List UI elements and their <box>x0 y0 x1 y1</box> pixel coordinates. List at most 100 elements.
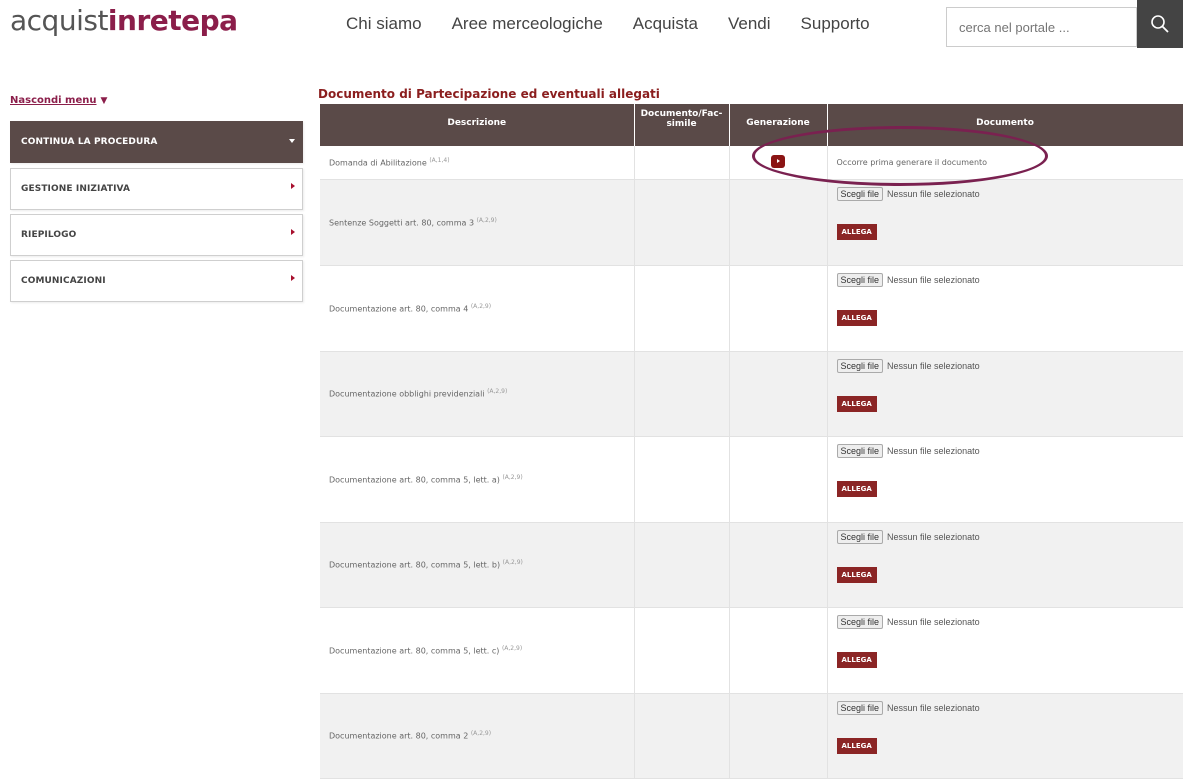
sidebar-item-riepilogo[interactable]: RIEPILOGO <box>10 214 303 256</box>
generazione-cell <box>729 351 828 437</box>
table-row: Sentenze Soggetti art. 80, comma 3 (A,2,… <box>320 179 1183 266</box>
column-header-generazione: Generazione <box>729 104 828 146</box>
caret-right-icon <box>291 275 295 281</box>
file-picker: Scegli file Nessun file selezionato <box>836 443 1183 458</box>
row-description-text: Documentazione art. 80, comma 5, lett. c… <box>329 646 500 656</box>
search-input[interactable] <box>947 8 1136 46</box>
documento-cell: Scegli file Nessun file selezionato ALLEGA <box>827 351 1183 437</box>
caret-right-icon <box>291 183 295 189</box>
file-picker: Scegli file Nessun file selezionato <box>836 186 1183 201</box>
row-description-text: Documentazione obblighi previdenziali <box>329 389 485 399</box>
row-description: Documentazione art. 80, comma 5, lett. a… <box>320 436 635 523</box>
table-row: Documentazione art. 80, comma 5, lett. a… <box>320 436 1183 523</box>
logo-part-3: rete <box>136 4 200 37</box>
generate-document-button[interactable] <box>771 154 785 168</box>
generazione-cell <box>729 265 828 352</box>
row-description: Documentazione art. 80, comma 2 (A,2,9) <box>320 693 635 779</box>
attach-button[interactable]: ALLEGA <box>836 480 877 497</box>
sidebar-item-label: COMUNICAZIONI <box>21 276 106 286</box>
facsimile-cell <box>634 351 730 437</box>
attach-button[interactable]: ALLEGA <box>836 309 877 326</box>
attach-button[interactable]: ALLEGA <box>836 223 877 240</box>
file-picker: Scegli file Nessun file selezionato <box>836 700 1183 715</box>
row-description-note: (A,2,9) <box>470 730 492 738</box>
generazione-cell <box>729 436 828 523</box>
no-file-selected-text: Nessun file selezionato <box>887 188 980 199</box>
sidebar-item-continua-procedura[interactable]: CONTINUA LA PROCEDURA <box>10 121 303 163</box>
choose-file-button[interactable]: Scegli file <box>836 614 884 629</box>
choose-file-button[interactable]: Scegli file <box>836 700 884 715</box>
row-description: Documentazione art. 80, comma 5, lett. c… <box>320 607 635 694</box>
attach-button[interactable]: ALLEGA <box>836 566 877 583</box>
table-row: Documentazione art. 80, comma 5, lett. b… <box>320 522 1183 608</box>
chevron-down-icon: ▼ <box>100 96 108 106</box>
caret-right-icon <box>291 229 295 235</box>
sidebar-item-label: CONTINUA LA PROCEDURA <box>21 137 158 147</box>
nav-chi-siamo[interactable]: Chi siamo <box>346 14 422 34</box>
choose-file-button[interactable]: Scegli file <box>836 272 884 287</box>
site-header: acquistinretepa Chi siamo Aree merceolog… <box>0 0 1183 60</box>
documento-cell: Scegli file Nessun file selezionato ALLEGA <box>827 607 1183 694</box>
row-description: Documentazione art. 80, comma 4 (A,2,9) <box>320 265 635 352</box>
table-row: Documentazione art. 80, comma 4 (A,2,9) S… <box>320 265 1183 352</box>
row-description: Documentazione obblighi previdenziali (A… <box>320 351 635 437</box>
generate-first-message: Occorre prima generare il documento <box>836 157 988 167</box>
generazione-cell <box>729 693 828 779</box>
no-file-selected-text: Nessun file selezionato <box>887 360 980 371</box>
section-title: Documento di Partecipazione ed eventuali… <box>318 87 660 101</box>
file-picker: Scegli file Nessun file selezionato <box>836 614 1183 629</box>
search-icon <box>1151 15 1169 33</box>
row-description-note: (A,1,4) <box>429 156 450 164</box>
attach-button[interactable]: ALLEGA <box>836 651 877 668</box>
documento-cell: Scegli file Nessun file selezionato ALLEGA <box>827 436 1183 523</box>
choose-file-button[interactable]: Scegli file <box>836 186 884 201</box>
documento-cell: Scegli file Nessun file selezionato ALLEGA <box>827 693 1183 779</box>
sidebar-item-label: RIEPILOGO <box>21 230 77 240</box>
row-description-text: Documentazione art. 80, comma 2 <box>329 731 469 741</box>
search-button[interactable] <box>1137 0 1183 48</box>
facsimile-cell <box>634 607 730 694</box>
documento-cell: Scegli file Nessun file selezionato ALLEGA <box>827 522 1183 608</box>
facsimile-cell <box>634 522 730 608</box>
documento-cell: Scegli file Nessun file selezionato ALLEGA <box>827 179 1183 266</box>
row-description-text: Documentazione art. 80, comma 5, lett. b… <box>329 560 501 570</box>
nav-aree-merceologiche[interactable]: Aree merceologiche <box>452 14 603 34</box>
choose-file-button[interactable]: Scegli file <box>836 358 884 373</box>
generazione-cell <box>729 607 828 694</box>
file-picker: Scegli file Nessun file selezionato <box>836 358 1183 373</box>
main-nav: Chi siamo Aree merceologiche Acquista Ve… <box>346 14 900 34</box>
row-description: Sentenze Soggetti art. 80, comma 3 (A,2,… <box>320 179 635 266</box>
documento-cell: Occorre prima generare il documento <box>827 146 1183 180</box>
facsimile-cell <box>634 146 730 180</box>
nav-vendi[interactable]: Vendi <box>728 14 771 34</box>
sidebar-item-label: GESTIONE INIZIATIVA <box>21 184 131 194</box>
attach-button[interactable]: ALLEGA <box>836 395 877 412</box>
sidebar-item-comunicazioni[interactable]: COMUNICAZIONI <box>10 260 303 302</box>
hide-menu-label: Nascondi menu <box>10 95 97 106</box>
generazione-cell <box>729 179 828 266</box>
choose-file-button[interactable]: Scegli file <box>836 529 884 544</box>
documento-cell: Scegli file Nessun file selezionato ALLEGA <box>827 265 1183 352</box>
search-box <box>946 7 1137 47</box>
column-header-descrizione: Descrizione <box>320 104 635 146</box>
choose-file-button[interactable]: Scegli file <box>836 443 884 458</box>
sidebar-item-gestione-iniziativa[interactable]: GESTIONE INIZIATIVA <box>10 168 303 210</box>
row-description: Documentazione art. 80, comma 5, lett. b… <box>320 522 635 608</box>
generazione-cell <box>729 146 828 180</box>
attach-button[interactable]: ALLEGA <box>836 737 877 754</box>
hide-menu-link[interactable]: Nascondi menu ▼ <box>10 95 107 106</box>
row-description: Domanda di Abilitazione (A,1,4) <box>320 146 635 180</box>
no-file-selected-text: Nessun file selezionato <box>887 616 980 627</box>
nav-supporto[interactable]: Supporto <box>801 14 870 34</box>
logo-part-2: in <box>107 4 137 37</box>
row-description-text: Sentenze Soggetti art. 80, comma 3 <box>329 218 475 228</box>
site-logo[interactable]: acquistinretepa <box>10 4 238 37</box>
table-row: Documentazione art. 80, comma 2 (A,2,9) S… <box>320 693 1183 779</box>
facsimile-cell <box>634 265 730 352</box>
row-description-note: (A,2,9) <box>476 216 497 224</box>
file-picker: Scegli file Nessun file selezionato <box>836 272 1183 287</box>
logo-part-1: acquist <box>10 4 108 37</box>
row-description-note: (A,2,9) <box>502 473 523 481</box>
generazione-cell <box>729 522 828 608</box>
nav-acquista[interactable]: Acquista <box>633 14 698 34</box>
